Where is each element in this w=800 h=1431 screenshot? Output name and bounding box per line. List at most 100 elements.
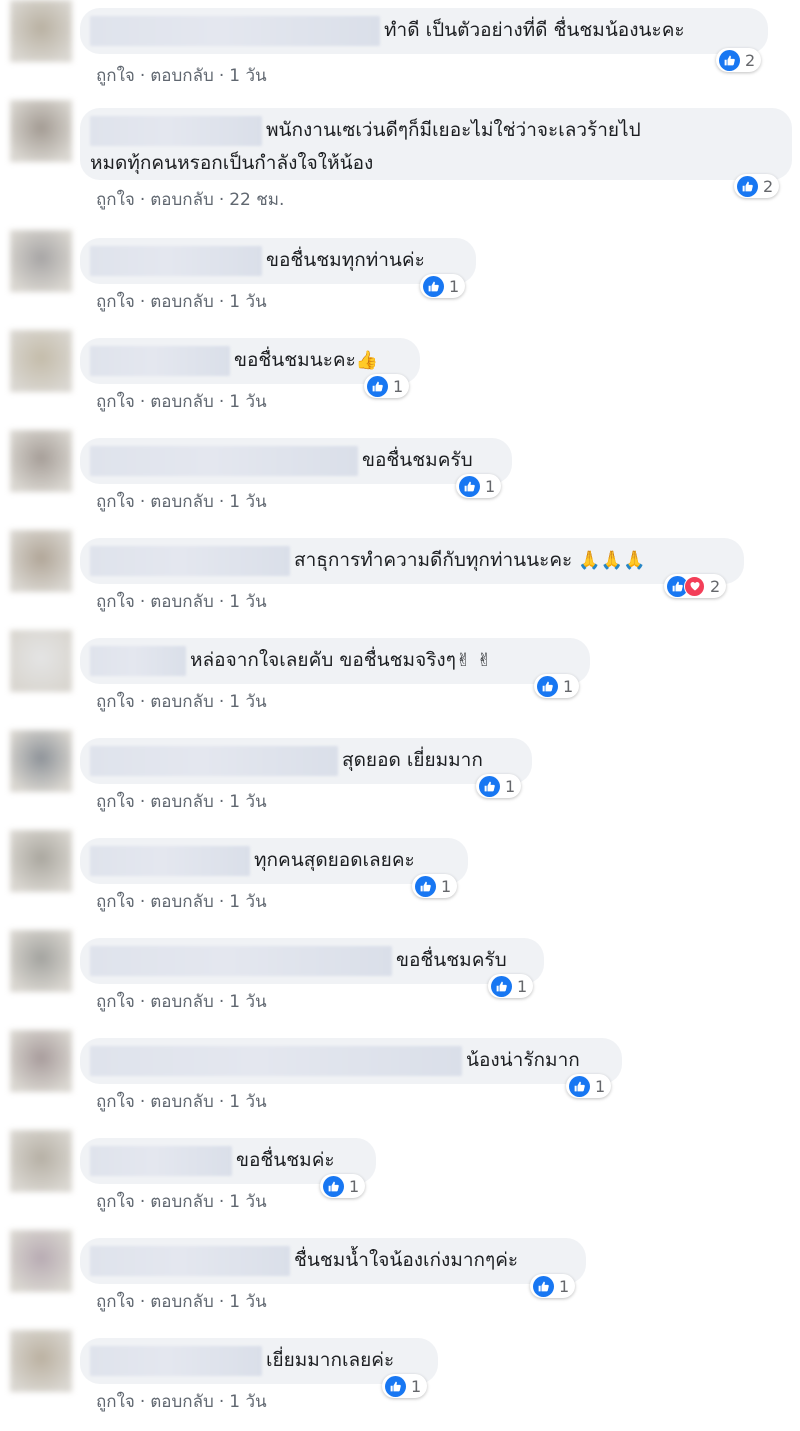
reply-link[interactable]: ตอบกลับ — [150, 788, 214, 815]
author-name-redacted[interactable] — [90, 1146, 232, 1176]
like-link[interactable]: ถูกใจ — [96, 588, 135, 615]
author-name-redacted[interactable] — [90, 1246, 290, 1276]
like-link[interactable]: ถูกใจ — [96, 388, 135, 415]
reaction-summary[interactable]: 1 — [566, 1074, 612, 1098]
comment-timestamp[interactable]: 1 วัน — [229, 588, 266, 615]
reaction-count: 1 — [505, 776, 516, 796]
avatar[interactable] — [10, 100, 72, 162]
like-link[interactable]: ถูกใจ — [96, 488, 135, 515]
comment-bubble: ขอชื่นชมครับ — [80, 938, 544, 984]
comment-timestamp[interactable]: 1 วัน — [229, 1388, 266, 1415]
comment-timestamp[interactable]: 1 วัน — [229, 1288, 266, 1315]
comment-timestamp[interactable]: 22 ชม. — [229, 186, 284, 213]
avatar[interactable] — [10, 330, 72, 392]
author-name-redacted[interactable] — [90, 16, 380, 46]
author-name-redacted[interactable] — [90, 1346, 262, 1376]
comment-timestamp[interactable]: 1 วัน — [229, 1188, 266, 1215]
reaction-summary[interactable]: 2 — [734, 174, 780, 198]
like-link[interactable]: ถูกใจ — [96, 1188, 135, 1215]
avatar[interactable] — [10, 730, 72, 792]
comment-timestamp[interactable]: 1 วัน — [229, 788, 266, 815]
author-name-redacted[interactable] — [90, 346, 230, 376]
like-reaction-icon — [533, 1275, 554, 1297]
author-name-redacted[interactable] — [90, 1046, 462, 1076]
reaction-summary[interactable]: 1 — [364, 374, 410, 398]
like-link[interactable]: ถูกใจ — [96, 62, 135, 89]
comment-bubble: ขอชื่นชมครับ — [80, 438, 512, 484]
like-link[interactable]: ถูกใจ — [96, 1088, 135, 1115]
reply-link[interactable]: ตอบกลับ — [150, 888, 214, 915]
reaction-summary[interactable]: 1 — [320, 1174, 366, 1198]
reply-link[interactable]: ตอบกลับ — [150, 186, 214, 213]
author-name-redacted[interactable] — [90, 646, 186, 676]
comment-timestamp[interactable]: 1 วัน — [229, 288, 266, 315]
reply-link[interactable]: ตอบกลับ — [150, 688, 214, 715]
avatar[interactable] — [10, 1230, 72, 1292]
author-name-redacted[interactable] — [90, 746, 338, 776]
like-link[interactable]: ถูกใจ — [96, 288, 135, 315]
like-link[interactable]: ถูกใจ — [96, 788, 135, 815]
comment-bubble: ทุกคนสุดยอดเลยคะ — [80, 838, 468, 884]
like-link[interactable]: ถูกใจ — [96, 1288, 135, 1315]
avatar[interactable] — [10, 930, 72, 992]
reaction-summary[interactable]: 1 — [412, 874, 458, 898]
comment-text: หล่อจากใจเลยคับ ขอชื่นชมจริงๆ — [190, 649, 456, 671]
reaction-count: 1 — [485, 476, 496, 496]
reaction-summary[interactable]: 1 — [476, 774, 522, 798]
like-link[interactable]: ถูกใจ — [96, 988, 135, 1015]
reply-link[interactable]: ตอบกลับ — [150, 1388, 214, 1415]
like-link[interactable]: ถูกใจ — [96, 888, 135, 915]
reaction-summary[interactable]: 1 — [530, 1274, 576, 1298]
separator-dot: · — [139, 1092, 146, 1112]
avatar[interactable] — [10, 630, 72, 692]
reply-link[interactable]: ตอบกลับ — [150, 1088, 214, 1115]
comment-timestamp[interactable]: 1 วัน — [229, 62, 266, 89]
reaction-summary[interactable]: 2 — [716, 48, 762, 72]
avatar[interactable] — [10, 430, 72, 492]
reply-link[interactable]: ตอบกลับ — [150, 62, 214, 89]
author-name-redacted[interactable] — [90, 116, 262, 146]
comment-timestamp[interactable]: 1 วัน — [229, 388, 266, 415]
comment-actions: ถูกใจ · ตอบกลับ · 1 วัน — [96, 788, 267, 815]
separator-dot: · — [139, 190, 146, 210]
comment-timestamp[interactable]: 1 วัน — [229, 688, 266, 715]
avatar[interactable] — [10, 530, 72, 592]
comment-timestamp[interactable]: 1 วัน — [229, 1088, 266, 1115]
author-name-redacted[interactable] — [90, 246, 262, 276]
reply-link[interactable]: ตอบกลับ — [150, 288, 214, 315]
author-name-redacted[interactable] — [90, 546, 290, 576]
avatar[interactable] — [10, 1030, 72, 1092]
reply-link[interactable]: ตอบกลับ — [150, 588, 214, 615]
author-name-redacted[interactable] — [90, 846, 250, 876]
comment-timestamp[interactable]: 1 วัน — [229, 988, 266, 1015]
reaction-count: 1 — [595, 1076, 606, 1096]
reply-link[interactable]: ตอบกลับ — [150, 988, 214, 1015]
reaction-summary[interactable]: 1 — [488, 974, 534, 998]
avatar[interactable] — [10, 1130, 72, 1192]
reply-link[interactable]: ตอบกลับ — [150, 1288, 214, 1315]
reply-link[interactable]: ตอบกลับ — [150, 1188, 214, 1215]
avatar[interactable] — [10, 830, 72, 892]
like-link[interactable]: ถูกใจ — [96, 1388, 135, 1415]
reply-link[interactable]: ตอบกลับ — [150, 388, 214, 415]
author-name-redacted[interactable] — [90, 446, 358, 476]
reaction-summary[interactable]: 1 — [382, 1374, 428, 1398]
avatar[interactable] — [10, 230, 72, 292]
author-name-redacted[interactable] — [90, 946, 392, 976]
like-reaction-icon — [459, 475, 480, 497]
reaction-summary[interactable]: 1 — [456, 474, 502, 498]
separator-dot: · — [139, 592, 146, 612]
comment-timestamp[interactable]: 1 วัน — [229, 888, 266, 915]
avatar[interactable] — [10, 1330, 72, 1392]
reply-link[interactable]: ตอบกลับ — [150, 488, 214, 515]
separator-dot: · — [139, 692, 146, 712]
like-link[interactable]: ถูกใจ — [96, 688, 135, 715]
separator-dot: · — [139, 1292, 146, 1312]
like-link[interactable]: ถูกใจ — [96, 186, 135, 213]
separator-dot: · — [218, 1392, 225, 1412]
avatar[interactable] — [10, 0, 72, 62]
reaction-summary[interactable]: 1 — [420, 274, 466, 298]
reaction-summary[interactable]: 1 — [534, 674, 580, 698]
reaction-summary[interactable]: 2 — [664, 574, 727, 598]
comment-timestamp[interactable]: 1 วัน — [229, 488, 266, 515]
